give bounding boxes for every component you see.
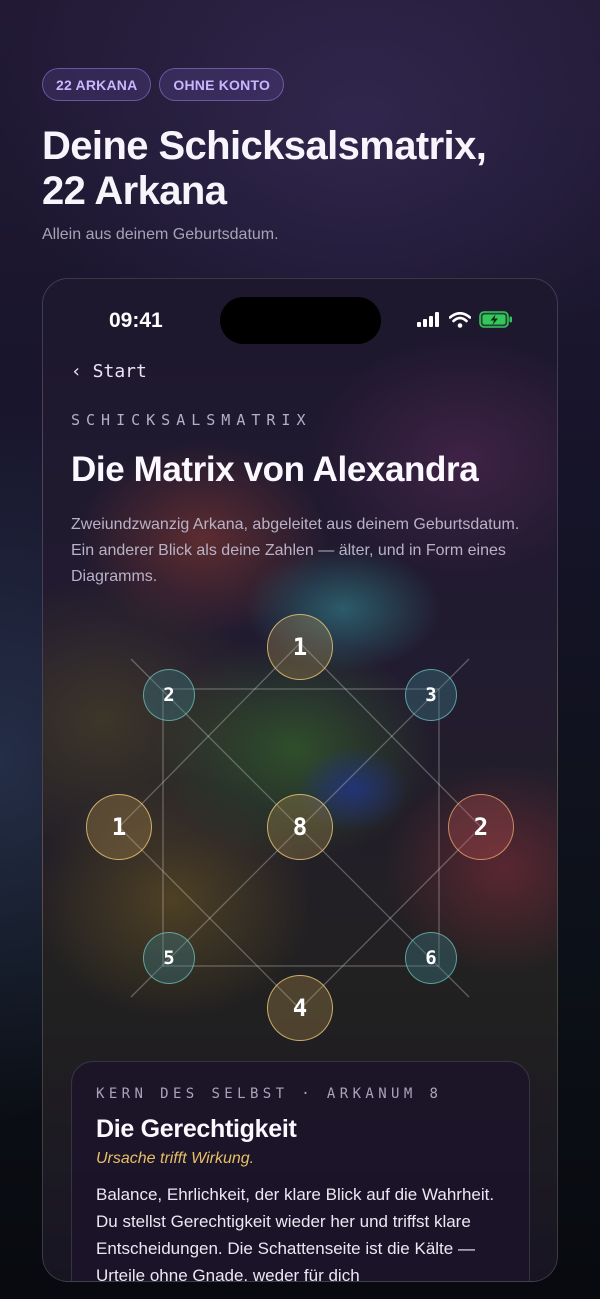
phone-mockup: 09:41 ‹ Start SCHICKSALSMATRIX Die Matri…: [42, 278, 558, 1282]
headline-line-1: Deine Schicksalsmatrix,: [42, 124, 487, 168]
headline-line-2: 22 Arkana: [42, 169, 227, 213]
matrix-node-bottom-left[interactable]: 5: [143, 932, 195, 984]
matrix-node-bottom[interactable]: 4: [267, 975, 333, 1041]
page-headline: Deine Schicksalsmatrix, 22 Arkana: [42, 124, 562, 214]
card-body: Balance, Ehrlichkeit, der klare Blick au…: [96, 1185, 495, 1282]
matrix-node-center[interactable]: 8: [267, 794, 333, 860]
matrix-node-bottom-right[interactable]: 6: [405, 932, 457, 984]
matrix-node-right[interactable]: 2: [448, 794, 514, 860]
matrix-node-top[interactable]: 1: [267, 614, 333, 680]
matrix-node-left[interactable]: 1: [86, 794, 152, 860]
card-tagline: Ursache trifft Wirkung.: [96, 1150, 255, 1167]
badge-row: 22 ARKANA OHNE KONTO: [42, 68, 285, 101]
arcana-detail-card[interactable]: KERN DES SELBST · ARKANUM 8 Die Gerechti…: [71, 1061, 530, 1282]
badge-arkana: 22 ARKANA: [42, 68, 152, 101]
matrix-node-top-left[interactable]: 2: [143, 669, 195, 721]
card-overline: KERN DES SELBST · ARKANUM 8: [96, 1086, 443, 1102]
badge-no-account: OHNE KONTO: [159, 68, 285, 101]
page-subline: Allein aus deinem Geburtsdatum.: [42, 226, 279, 243]
card-title: Die Gerechtigkeit: [96, 1115, 297, 1143]
matrix-node-top-right[interactable]: 3: [405, 669, 457, 721]
